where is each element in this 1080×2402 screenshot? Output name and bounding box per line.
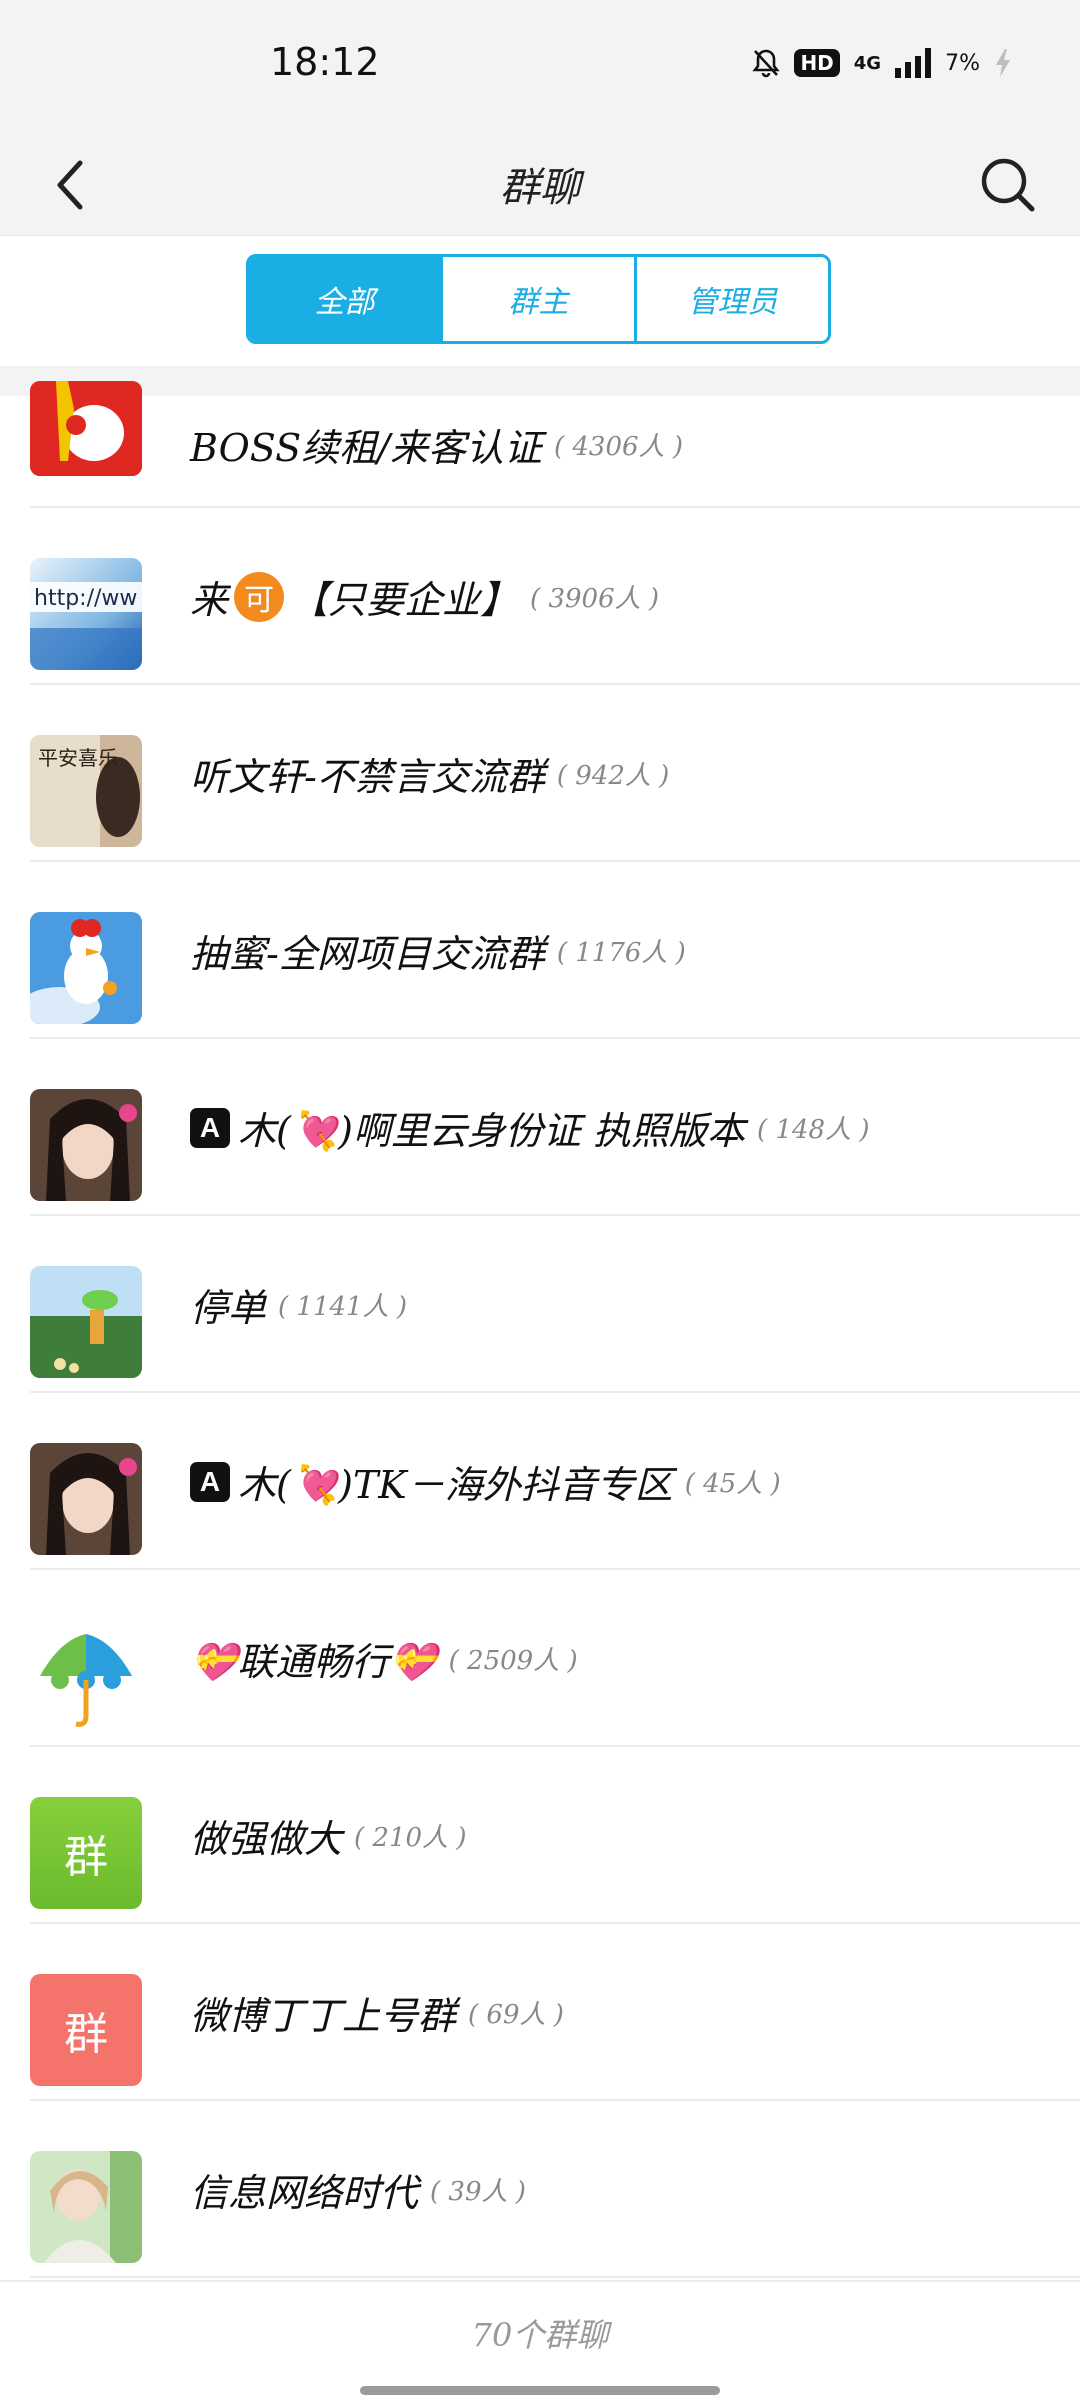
- group-avatar: [30, 381, 142, 476]
- list-item[interactable]: A 木(💘)TK－海外抖音专区 ( 45人 ): [0, 1393, 1080, 1570]
- group-name: 信息网络时代: [190, 2171, 419, 2215]
- list-item[interactable]: 💝联通畅行💝 ( 2509人 ): [0, 1570, 1080, 1747]
- member-count: ( 39人 ): [430, 2177, 526, 2207]
- status-icons: HD 4G 7%: [752, 48, 1012, 78]
- member-count: ( 4306人 ): [553, 432, 683, 462]
- list-item[interactable]: A 木(💘)啊里云身份证 执照版本 ( 148人 ): [0, 1039, 1080, 1216]
- filter-tabs-area: 全部 群主 管理员: [0, 236, 1080, 366]
- ke-badge-icon: 可: [234, 571, 285, 622]
- avatar-caption: 平安喜乐: [38, 746, 118, 770]
- member-count: ( 148人 ): [757, 1115, 870, 1145]
- group-name: 木(💘)啊里云身份证 执照版本: [238, 1109, 746, 1153]
- network-type-icon: 4G: [853, 52, 882, 74]
- member-count: ( 1176人 ): [556, 938, 686, 968]
- member-count: ( 942人 ): [556, 761, 670, 791]
- group-avatar: http://ww: [30, 558, 142, 670]
- list-item[interactable]: BOSS续租/来客认证 ( 4306人 ): [0, 381, 1080, 508]
- group-title: 💝联通畅行💝 ( 2509人 ): [190, 1570, 1060, 1747]
- tab-admin[interactable]: 管理员: [637, 257, 828, 341]
- group-title: A 木(💘)啊里云身份证 执照版本 ( 148人 ): [190, 1039, 1060, 1216]
- group-title: A 木(💘)TK－海外抖音专区 ( 45人 ): [190, 1393, 1060, 1570]
- battery-level: 7%: [945, 50, 980, 76]
- group-name: BOSS续租/来客认证: [190, 426, 542, 470]
- group-avatar: 平安喜乐: [30, 735, 142, 847]
- group-name: 停单: [190, 1286, 267, 1330]
- member-count: ( 3906人 ): [530, 584, 660, 614]
- group-title: 抽蜜-全网项目交流群 ( 1176人 ): [190, 862, 1060, 1039]
- group-name: 微博丁丁上号群: [190, 1994, 457, 2038]
- group-avatar: [30, 1443, 142, 1555]
- signal-bars-icon: [895, 48, 932, 78]
- group-total-count: 70个群聊: [471, 2316, 609, 2354]
- a-badge-icon: A: [190, 1461, 230, 1502]
- list-item[interactable]: 信息网络时代 ( 39人 ): [0, 2101, 1080, 2278]
- group-avatar: 群: [30, 1974, 142, 2086]
- group-title: 做强做大 ( 210人 ): [190, 1747, 1060, 1924]
- list-footer: 70个群聊: [0, 2280, 1080, 2402]
- group-title: 听文轩-不禁言交流群 ( 942人 ): [190, 685, 1060, 862]
- group-avatar: [30, 1266, 142, 1378]
- search-icon: [981, 158, 1035, 212]
- group-title: 停单 ( 1141人 ): [190, 1216, 1060, 1393]
- group-name-suffix: 【只要企业】: [290, 578, 519, 622]
- list-item[interactable]: 停单 ( 1141人 ): [0, 1216, 1080, 1393]
- list-item[interactable]: 群 微博丁丁上号群 ( 69人 ): [0, 1924, 1080, 2101]
- group-name: 听文轩-不禁言交流群: [190, 755, 545, 799]
- group-avatar: [30, 1089, 142, 1201]
- group-title: 微博丁丁上号群 ( 69人 ): [190, 1924, 1060, 2101]
- svg-text:http://ww: http://ww: [34, 586, 137, 611]
- group-title: 信息网络时代 ( 39人 ): [190, 2101, 1060, 2278]
- status-bar: 18:12 HD 4G 7%: [0, 0, 1080, 135]
- group-avatar-text: 群: [64, 2009, 108, 2060]
- segmented-tabs: 全部 群主 管理员: [246, 254, 831, 344]
- list-item[interactable]: http://ww 来 可 【只要企业】 ( 3906人 ): [0, 508, 1080, 685]
- member-count: ( 1141人 ): [278, 1292, 408, 1322]
- group-avatar-text: 群: [64, 1832, 108, 1883]
- search-button[interactable]: [970, 147, 1046, 223]
- app-header: 群聊: [0, 135, 1080, 236]
- group-avatar: 群: [30, 1797, 142, 1909]
- member-count: ( 69人 ): [468, 2000, 564, 2030]
- group-title: 来 可 【只要企业】 ( 3906人 ): [190, 508, 1060, 685]
- charging-bolt-icon: [994, 48, 1012, 78]
- hd-icon: HD: [794, 49, 840, 77]
- list-item[interactable]: 群 做强做大 ( 210人 ): [0, 1747, 1080, 1924]
- group-name: 做强做大: [190, 1817, 343, 1861]
- member-count: ( 2509人 ): [448, 1646, 578, 1676]
- group-list: BOSS续租/来客认证 ( 4306人 ) http://ww 来 可 【只要企…: [0, 381, 1080, 2278]
- tab-all[interactable]: 全部: [249, 257, 443, 341]
- bell-muted-icon: [752, 48, 781, 78]
- group-avatar: [30, 1620, 142, 1732]
- a-badge-icon: A: [190, 1107, 230, 1148]
- group-name-prefix: 来: [190, 578, 229, 622]
- group-name: 💝联通畅行💝: [190, 1640, 437, 1684]
- status-time: 18:12: [270, 40, 380, 84]
- group-title: BOSS续租/来客认证 ( 4306人 ): [190, 381, 1060, 508]
- group-avatar: [30, 2151, 142, 2263]
- group-avatar: [30, 912, 142, 1024]
- group-name: 抽蜜-全网项目交流群: [190, 932, 545, 976]
- group-name: 木(💘)TK－海外抖音专区: [238, 1463, 673, 1507]
- page-title: 群聊: [500, 165, 580, 211]
- list-item[interactable]: 平安喜乐 听文轩-不禁言交流群 ( 942人 ): [0, 685, 1080, 862]
- home-indicator[interactable]: [360, 2386, 720, 2395]
- member-count: ( 45人 ): [684, 1469, 781, 1499]
- tab-owner[interactable]: 群主: [443, 257, 637, 341]
- list-item[interactable]: 抽蜜-全网项目交流群 ( 1176人 ): [0, 862, 1080, 1039]
- member-count: ( 210人 ): [354, 1823, 467, 1853]
